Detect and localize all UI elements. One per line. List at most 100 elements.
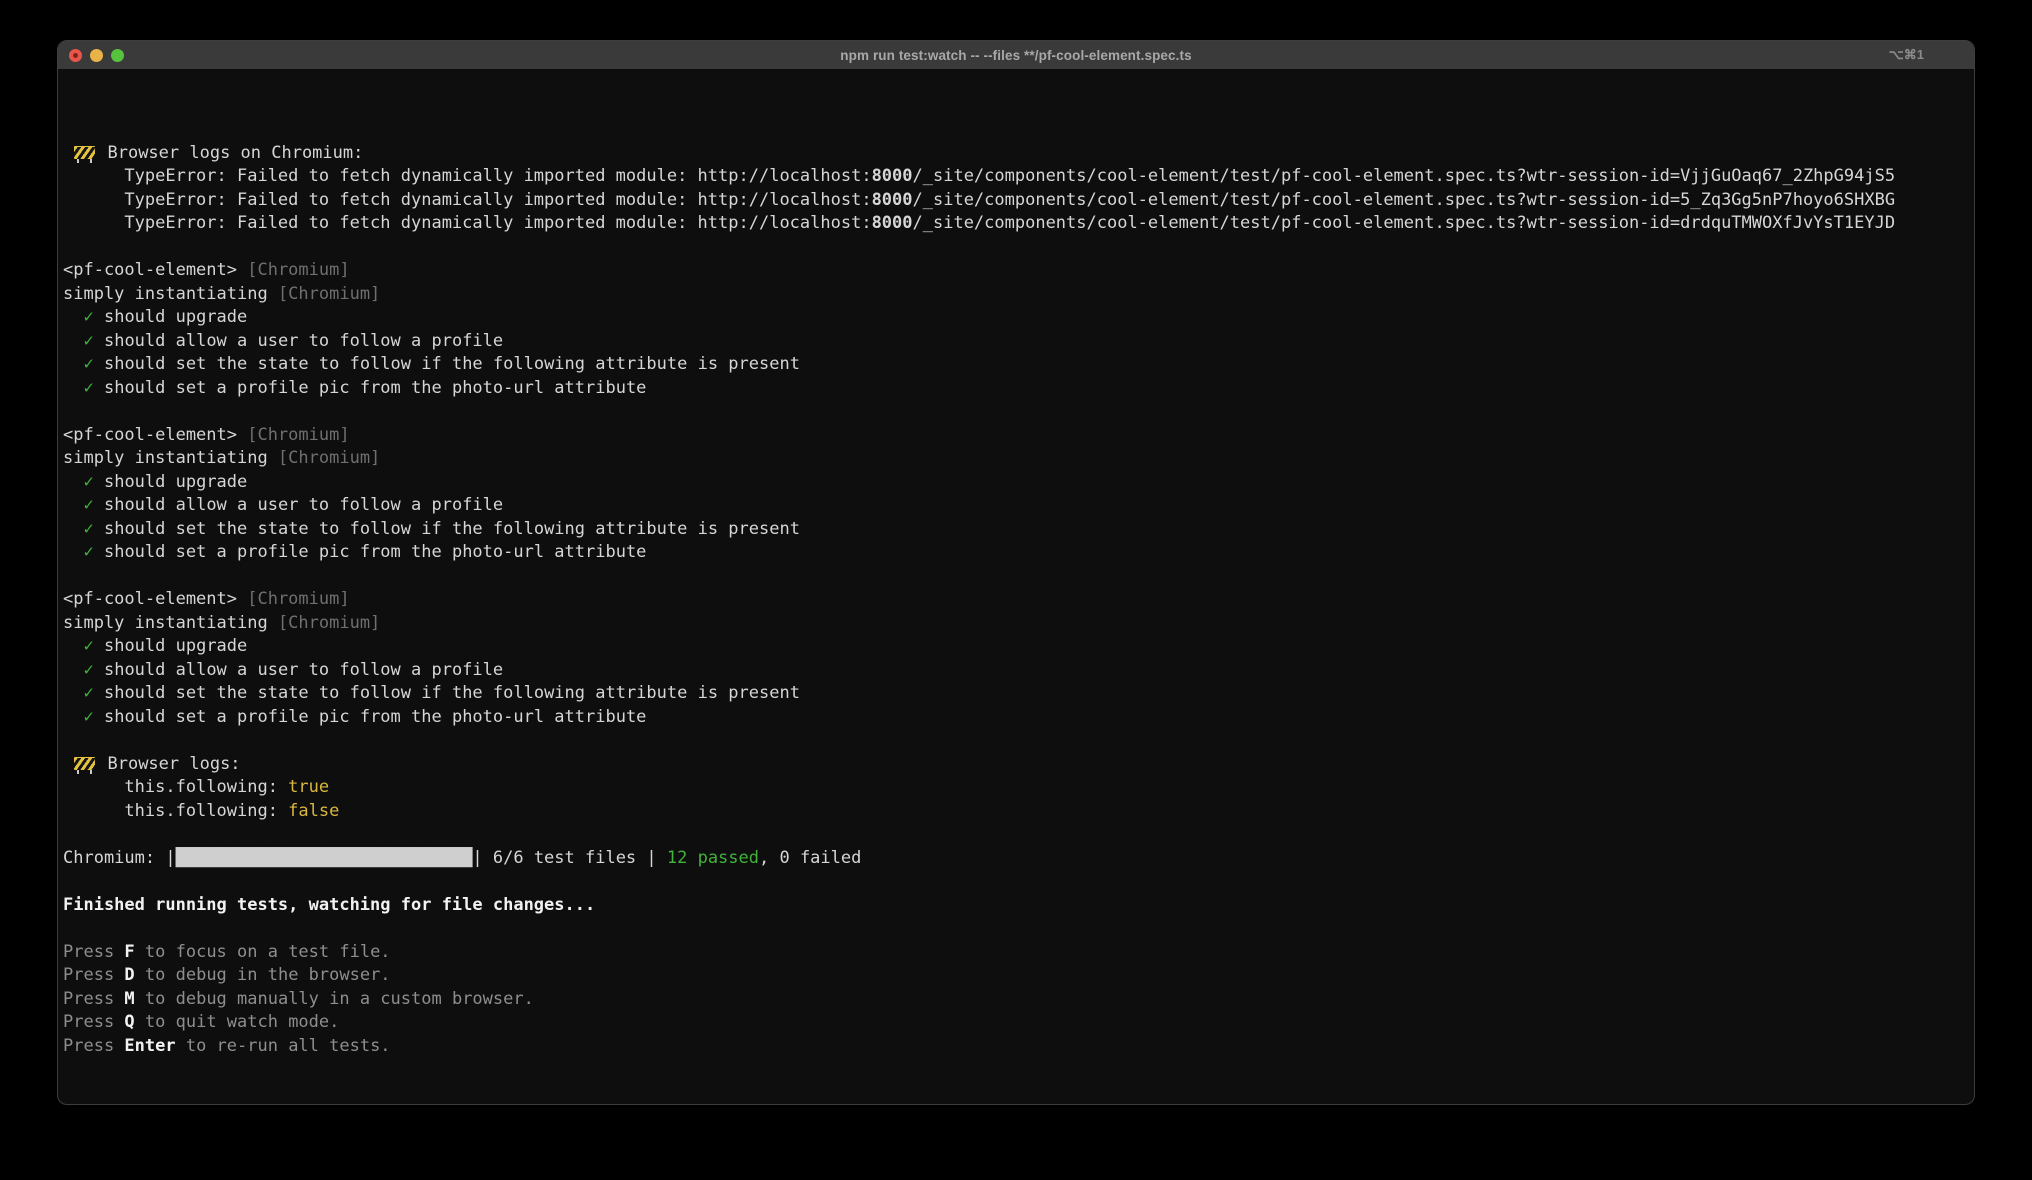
terminal-text: Chromium: | <box>63 848 176 868</box>
terminal-text <box>63 683 83 703</box>
terminal-text: <pf-cool-element> <box>63 589 237 609</box>
terminal-text: Finished running tests, watching for fil… <box>63 895 595 915</box>
terminal-text: Browser logs: <box>97 754 240 774</box>
terminal-text: should set a profile pic from the photo-… <box>94 542 647 562</box>
terminal-text: TypeError: Failed to fetch dynamically i… <box>63 166 872 186</box>
terminal-line: Press F to focus on a test file. <box>63 941 1974 965</box>
construction-barrier-icon <box>74 146 95 159</box>
minimize-button[interactable] <box>90 49 103 62</box>
terminal-text: Browser logs on Chromium: <box>97 143 363 163</box>
tab-shortcut-hint: ⌥⌘1 <box>1889 41 1924 69</box>
terminal-text <box>63 378 83 398</box>
terminal-line: ✓ should set a profile pic from the phot… <box>63 377 1974 401</box>
terminal-text: /_site/components/cool-element/test/pf-c… <box>913 166 1896 186</box>
terminal-text: this.following: <box>63 777 288 797</box>
terminal-text <box>63 472 83 492</box>
terminal-text: D <box>124 965 134 985</box>
terminal-text: to focus on a test file. <box>135 942 391 962</box>
terminal-window: npm run test:watch -- --files **/pf-cool… <box>57 40 1975 1105</box>
terminal-text: false <box>288 801 339 821</box>
terminal-text: ✓ <box>83 378 93 398</box>
terminal-line: ✓ should set the state to follow if the … <box>63 682 1974 706</box>
terminal-text <box>63 519 83 539</box>
terminal-line: this.following: true <box>63 776 1974 800</box>
terminal-line: <pf-cool-element> [Chromium] <box>63 588 1974 612</box>
terminal-text: to debug manually in a custom browser. <box>135 989 534 1009</box>
terminal-line <box>63 870 1974 894</box>
terminal-text: Press <box>63 1012 124 1032</box>
terminal-text <box>63 660 83 680</box>
terminal-line: simply instantiating [Chromium] <box>63 283 1974 307</box>
terminal-text: 8000 <box>872 190 913 210</box>
terminal-line: <pf-cool-element> [Chromium] <box>63 259 1974 283</box>
terminal-text: this.following: <box>63 801 288 821</box>
terminal-line: Press Q to quit watch mode. <box>63 1011 1974 1035</box>
terminal-text: <pf-cool-element> <box>63 260 237 280</box>
terminal-text: ✓ <box>83 354 93 374</box>
terminal-line: ✓ should set the state to follow if the … <box>63 518 1974 542</box>
close-button[interactable] <box>69 49 82 62</box>
terminal-text: should set the state to follow if the fo… <box>94 683 800 703</box>
terminal-line: ✓ should allow a user to follow a profil… <box>63 659 1974 683</box>
terminal-line: ✓ should allow a user to follow a profil… <box>63 494 1974 518</box>
terminal-text: [Chromium] <box>237 589 350 609</box>
terminal-line: Press M to debug manually in a custom br… <box>63 988 1974 1012</box>
terminal-text <box>63 331 83 351</box>
terminal-text: ✓ <box>83 495 93 515</box>
terminal-line <box>63 400 1974 424</box>
terminal-output[interactable]: Browser logs on Chromium: TypeError: Fai… <box>58 69 1974 1058</box>
terminal-text: simply instantiating <box>63 284 268 304</box>
terminal-text: █████████████████████████████ <box>176 848 473 868</box>
zoom-button[interactable] <box>111 49 124 62</box>
terminal-text: should upgrade <box>94 472 248 492</box>
terminal-text: to debug in the browser. <box>135 965 391 985</box>
terminal-line <box>63 236 1974 260</box>
terminal-text: should set a profile pic from the photo-… <box>94 707 647 727</box>
terminal-text: 8000 <box>872 166 913 186</box>
terminal-text: ✓ <box>83 707 93 727</box>
terminal-line: Browser logs: <box>63 753 1974 777</box>
titlebar[interactable]: npm run test:watch -- --files **/pf-cool… <box>58 41 1974 69</box>
terminal-text: /_site/components/cool-element/test/pf-c… <box>913 213 1896 233</box>
terminal-text: /_site/components/cool-element/test/pf-c… <box>913 190 1896 210</box>
terminal-text <box>63 707 83 727</box>
terminal-line: ✓ should upgrade <box>63 306 1974 330</box>
terminal-line: ✓ should allow a user to follow a profil… <box>63 330 1974 354</box>
terminal-text: ✓ <box>83 472 93 492</box>
terminal-text: | 6/6 test files | <box>472 848 666 868</box>
terminal-line: TypeError: Failed to fetch dynamically i… <box>63 165 1974 189</box>
terminal-text: should allow a user to follow a profile <box>94 660 503 680</box>
terminal-text <box>63 354 83 374</box>
terminal-line: ✓ should set the state to follow if the … <box>63 353 1974 377</box>
terminal-line: ✓ should set a profile pic from the phot… <box>63 541 1974 565</box>
terminal-text: [Chromium] <box>237 260 350 280</box>
terminal-text: simply instantiating <box>63 613 268 633</box>
terminal-text: should upgrade <box>94 307 248 327</box>
terminal-line <box>63 118 1974 142</box>
terminal-text <box>63 636 83 656</box>
terminal-text <box>63 307 83 327</box>
construction-barrier-icon <box>74 757 95 770</box>
terminal-line: ✓ should upgrade <box>63 471 1974 495</box>
terminal-line: Finished running tests, watching for fil… <box>63 894 1974 918</box>
terminal-text: should set a profile pic from the photo-… <box>94 378 647 398</box>
terminal-text: to quit watch mode. <box>135 1012 340 1032</box>
terminal-line <box>63 729 1974 753</box>
terminal-line: TypeError: Failed to fetch dynamically i… <box>63 189 1974 213</box>
terminal-text: should set the state to follow if the fo… <box>94 519 800 539</box>
terminal-text: Press <box>63 1036 124 1056</box>
terminal-line <box>63 71 1974 95</box>
terminal-text <box>63 542 83 562</box>
terminal-line: Chromium: |█████████████████████████████… <box>63 847 1974 871</box>
terminal-text: simply instantiating <box>63 448 268 468</box>
terminal-line: Press Enter to re-run all tests. <box>63 1035 1974 1059</box>
terminal-line <box>63 565 1974 589</box>
terminal-text: should allow a user to follow a profile <box>94 331 503 351</box>
terminal-text: Press <box>63 965 124 985</box>
terminal-line <box>63 823 1974 847</box>
terminal-line: ✓ should upgrade <box>63 635 1974 659</box>
terminal-text: Press <box>63 942 124 962</box>
traffic-lights <box>58 49 124 62</box>
terminal-text: 12 passed <box>667 848 759 868</box>
terminal-text: ✓ <box>83 307 93 327</box>
